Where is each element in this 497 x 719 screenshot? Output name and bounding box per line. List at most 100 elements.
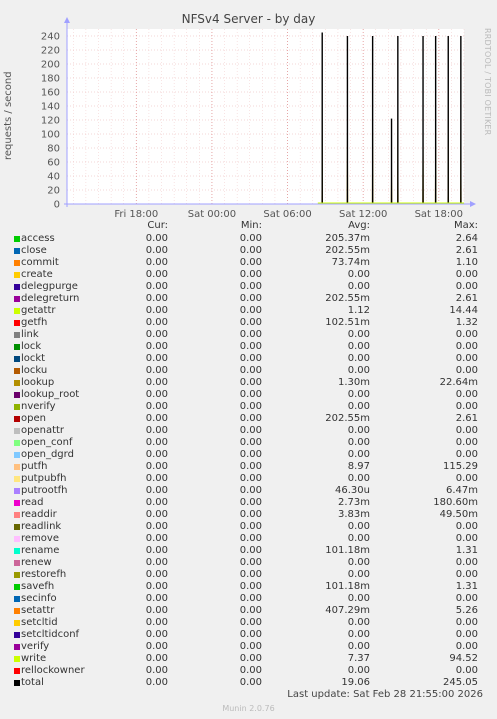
y-tick-label: 100 — [41, 130, 60, 141]
legend-name: setcltid — [21, 617, 58, 628]
y-tick-label: 60 — [47, 158, 60, 169]
legend-avg: 0.00 — [347, 533, 370, 544]
legend-cur: 0.00 — [145, 257, 168, 268]
legend-swatch — [14, 548, 20, 554]
legend-avg: 205.37m — [325, 233, 370, 244]
y-tick-label: 160 — [41, 88, 60, 99]
y-axis-arrow — [64, 17, 70, 23]
legend-row: getattr 0.00 0.00 1.12 14.44 — [0, 305, 497, 317]
legend-row: restorefh 0.00 0.00 0.00 0.00 — [0, 569, 497, 581]
legend-row: lookup 0.00 0.00 1.30m 22.64m — [0, 377, 497, 389]
legend-avg: 7.37 — [347, 653, 370, 664]
legend-row: access 0.00 0.00 205.37m 2.64 — [0, 233, 497, 245]
legend-min: 0.00 — [239, 377, 262, 388]
legend-min: 0.00 — [239, 341, 262, 352]
legend-min: 0.00 — [239, 677, 262, 688]
legend-min: 0.00 — [239, 593, 262, 604]
legend-swatch — [14, 344, 20, 350]
legend-swatch — [14, 476, 20, 482]
legend-max: 0.00 — [455, 281, 478, 292]
legend-cur: 0.00 — [145, 677, 168, 688]
legend-name: remove — [21, 533, 59, 544]
legend-cur: 0.00 — [145, 569, 168, 580]
legend-avg: 0.00 — [347, 269, 370, 280]
legend-name: getattr — [21, 305, 56, 316]
legend-row: readlink 0.00 0.00 0.00 0.00 — [0, 521, 497, 533]
legend-avg: 101.18m — [325, 581, 370, 592]
legend-avg: 3.83m — [337, 509, 370, 520]
legend-swatch — [14, 500, 20, 506]
y-tick-label: 140 — [41, 102, 60, 113]
legend-cur: 0.00 — [145, 425, 168, 436]
legend-max: 0.00 — [455, 521, 478, 532]
legend-min: 0.00 — [239, 425, 262, 436]
legend-max: 0.00 — [455, 533, 478, 544]
legend-max: 49.50m — [439, 509, 478, 520]
legend-max: 0.00 — [455, 269, 478, 280]
legend-min: 0.00 — [239, 365, 262, 376]
y-tick-label: 0 — [54, 200, 60, 211]
legend-name: read — [21, 497, 44, 508]
legend-row: close 0.00 0.00 202.55m 2.61 — [0, 245, 497, 257]
legend-cur: 0.00 — [145, 605, 168, 616]
y-tick-label: 220 — [41, 46, 60, 57]
legend-avg: 19.06 — [341, 677, 370, 688]
legend-cur: 0.00 — [145, 413, 168, 424]
legend-name: write — [21, 653, 47, 664]
legend-avg: 202.55m — [325, 245, 370, 256]
legend-row: lock 0.00 0.00 0.00 0.00 — [0, 341, 497, 353]
legend-min: 0.00 — [239, 557, 262, 568]
legend-swatch — [14, 248, 20, 254]
legend-swatch — [14, 608, 20, 614]
legend-name: savefh — [21, 581, 55, 592]
y-tick-label: 180 — [41, 74, 60, 85]
header-min: Min: — [240, 220, 262, 231]
legend-min: 0.00 — [239, 497, 262, 508]
legend-max: 22.64m — [439, 377, 478, 388]
legend-name: lockt — [21, 353, 46, 364]
legend-row: setcltidconf 0.00 0.00 0.00 0.00 — [0, 629, 497, 641]
legend-min: 0.00 — [239, 473, 262, 484]
legend-name: create — [21, 269, 53, 280]
legend-max: 0.00 — [455, 593, 478, 604]
legend-swatch — [14, 368, 20, 374]
legend-cur: 0.00 — [145, 521, 168, 532]
legend-name: openattr — [21, 425, 65, 436]
legend-min: 0.00 — [239, 389, 262, 400]
legend-row: readdir 0.00 0.00 3.83m 49.50m — [0, 509, 497, 521]
legend-name: locku — [21, 365, 48, 376]
legend-row: setcltid 0.00 0.00 0.00 0.00 — [0, 617, 497, 629]
legend-max: 0.00 — [455, 449, 478, 460]
legend-avg: 0.00 — [347, 641, 370, 652]
legend-row: delegpurge 0.00 0.00 0.00 0.00 — [0, 281, 497, 293]
legend-max: 2.64 — [455, 233, 478, 244]
legend-swatch — [14, 356, 20, 362]
legend-min: 0.00 — [239, 545, 262, 556]
legend-name: delegreturn — [21, 293, 80, 304]
legend-swatch — [14, 272, 20, 278]
legend-cur: 0.00 — [145, 401, 168, 412]
legend-cur: 0.00 — [145, 473, 168, 484]
legend-max: 1.32 — [455, 317, 478, 328]
legend-row: verify 0.00 0.00 0.00 0.00 — [0, 641, 497, 653]
legend-name: readdir — [21, 509, 57, 520]
legend-cur: 0.00 — [145, 437, 168, 448]
legend-avg: 0.00 — [347, 449, 370, 460]
legend-swatch — [14, 644, 20, 650]
legend-min: 0.00 — [239, 329, 262, 340]
legend-cur: 0.00 — [145, 293, 168, 304]
legend-max: 0.00 — [455, 401, 478, 412]
y-tick-label: 200 — [41, 60, 60, 71]
legend-row: commit 0.00 0.00 73.74m 1.10 — [0, 257, 497, 269]
x-tick-label: Sat 00:00 — [188, 209, 236, 220]
legend-avg: 0.00 — [347, 329, 370, 340]
legend-avg: 2.73m — [337, 497, 370, 508]
legend-row: openattr 0.00 0.00 0.00 0.00 — [0, 425, 497, 437]
legend-max: 0.00 — [455, 437, 478, 448]
legend-name: verify — [21, 641, 50, 652]
munin-version: Munin 2.0.76 — [222, 704, 275, 713]
legend-avg: 0.00 — [347, 557, 370, 568]
legend-swatch — [14, 536, 20, 542]
legend-row: putfh 0.00 0.00 8.97 115.29 — [0, 461, 497, 473]
legend-avg: 73.74m — [331, 257, 370, 268]
